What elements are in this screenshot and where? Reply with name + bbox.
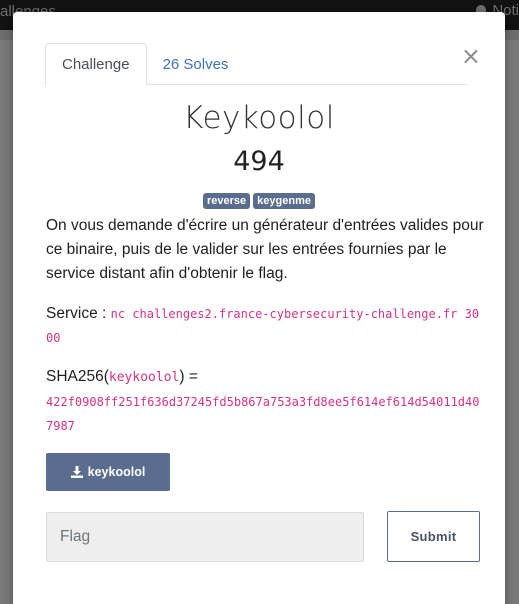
challenge-modal: × Challenge 26 Solves Keykoolol 494 reve…: [13, 12, 505, 604]
tag-badge: reverse: [203, 193, 251, 209]
sha256-line: SHA256(keykoolol) = 422f0908ff251f636d372…: [46, 365, 486, 438]
backdrop-right: [505, 40, 519, 604]
download-button[interactable]: keykoolol: [46, 453, 170, 491]
sha-prefix: SHA256(: [46, 368, 109, 385]
download-label: keykoolol: [87, 465, 146, 479]
challenge-description: On vous demande d'écrire un générateur d…: [46, 217, 484, 282]
submit-button[interactable]: Submit: [387, 511, 480, 562]
challenge-points: 494: [233, 146, 285, 177]
service-label: Service :: [46, 305, 111, 322]
tag-list: reverse keygenme: [13, 193, 505, 209]
tab-challenge[interactable]: Challenge: [45, 43, 147, 86]
service-command: nc challenges2.france-cybersecurity-chal…: [46, 307, 480, 345]
flag-input[interactable]: [46, 512, 364, 562]
download-icon: [70, 466, 83, 478]
sha-hash: 422f0908ff251f636d37245fd5b867a753a3fd8e…: [46, 395, 480, 433]
backdrop-left: [0, 40, 13, 604]
challenge-title: Keykoolol: [183, 100, 335, 136]
tag-badge: keygenme: [253, 193, 315, 209]
service-line: Service : nc challenges2.france-cybersec…: [46, 302, 486, 350]
sha-suffix: ) =: [179, 368, 198, 385]
tab-solves[interactable]: 26 Solves: [147, 43, 245, 85]
sha-filename: keykoolol: [108, 370, 180, 385]
modal-tabs: Challenge 26 Solves: [45, 43, 467, 86]
